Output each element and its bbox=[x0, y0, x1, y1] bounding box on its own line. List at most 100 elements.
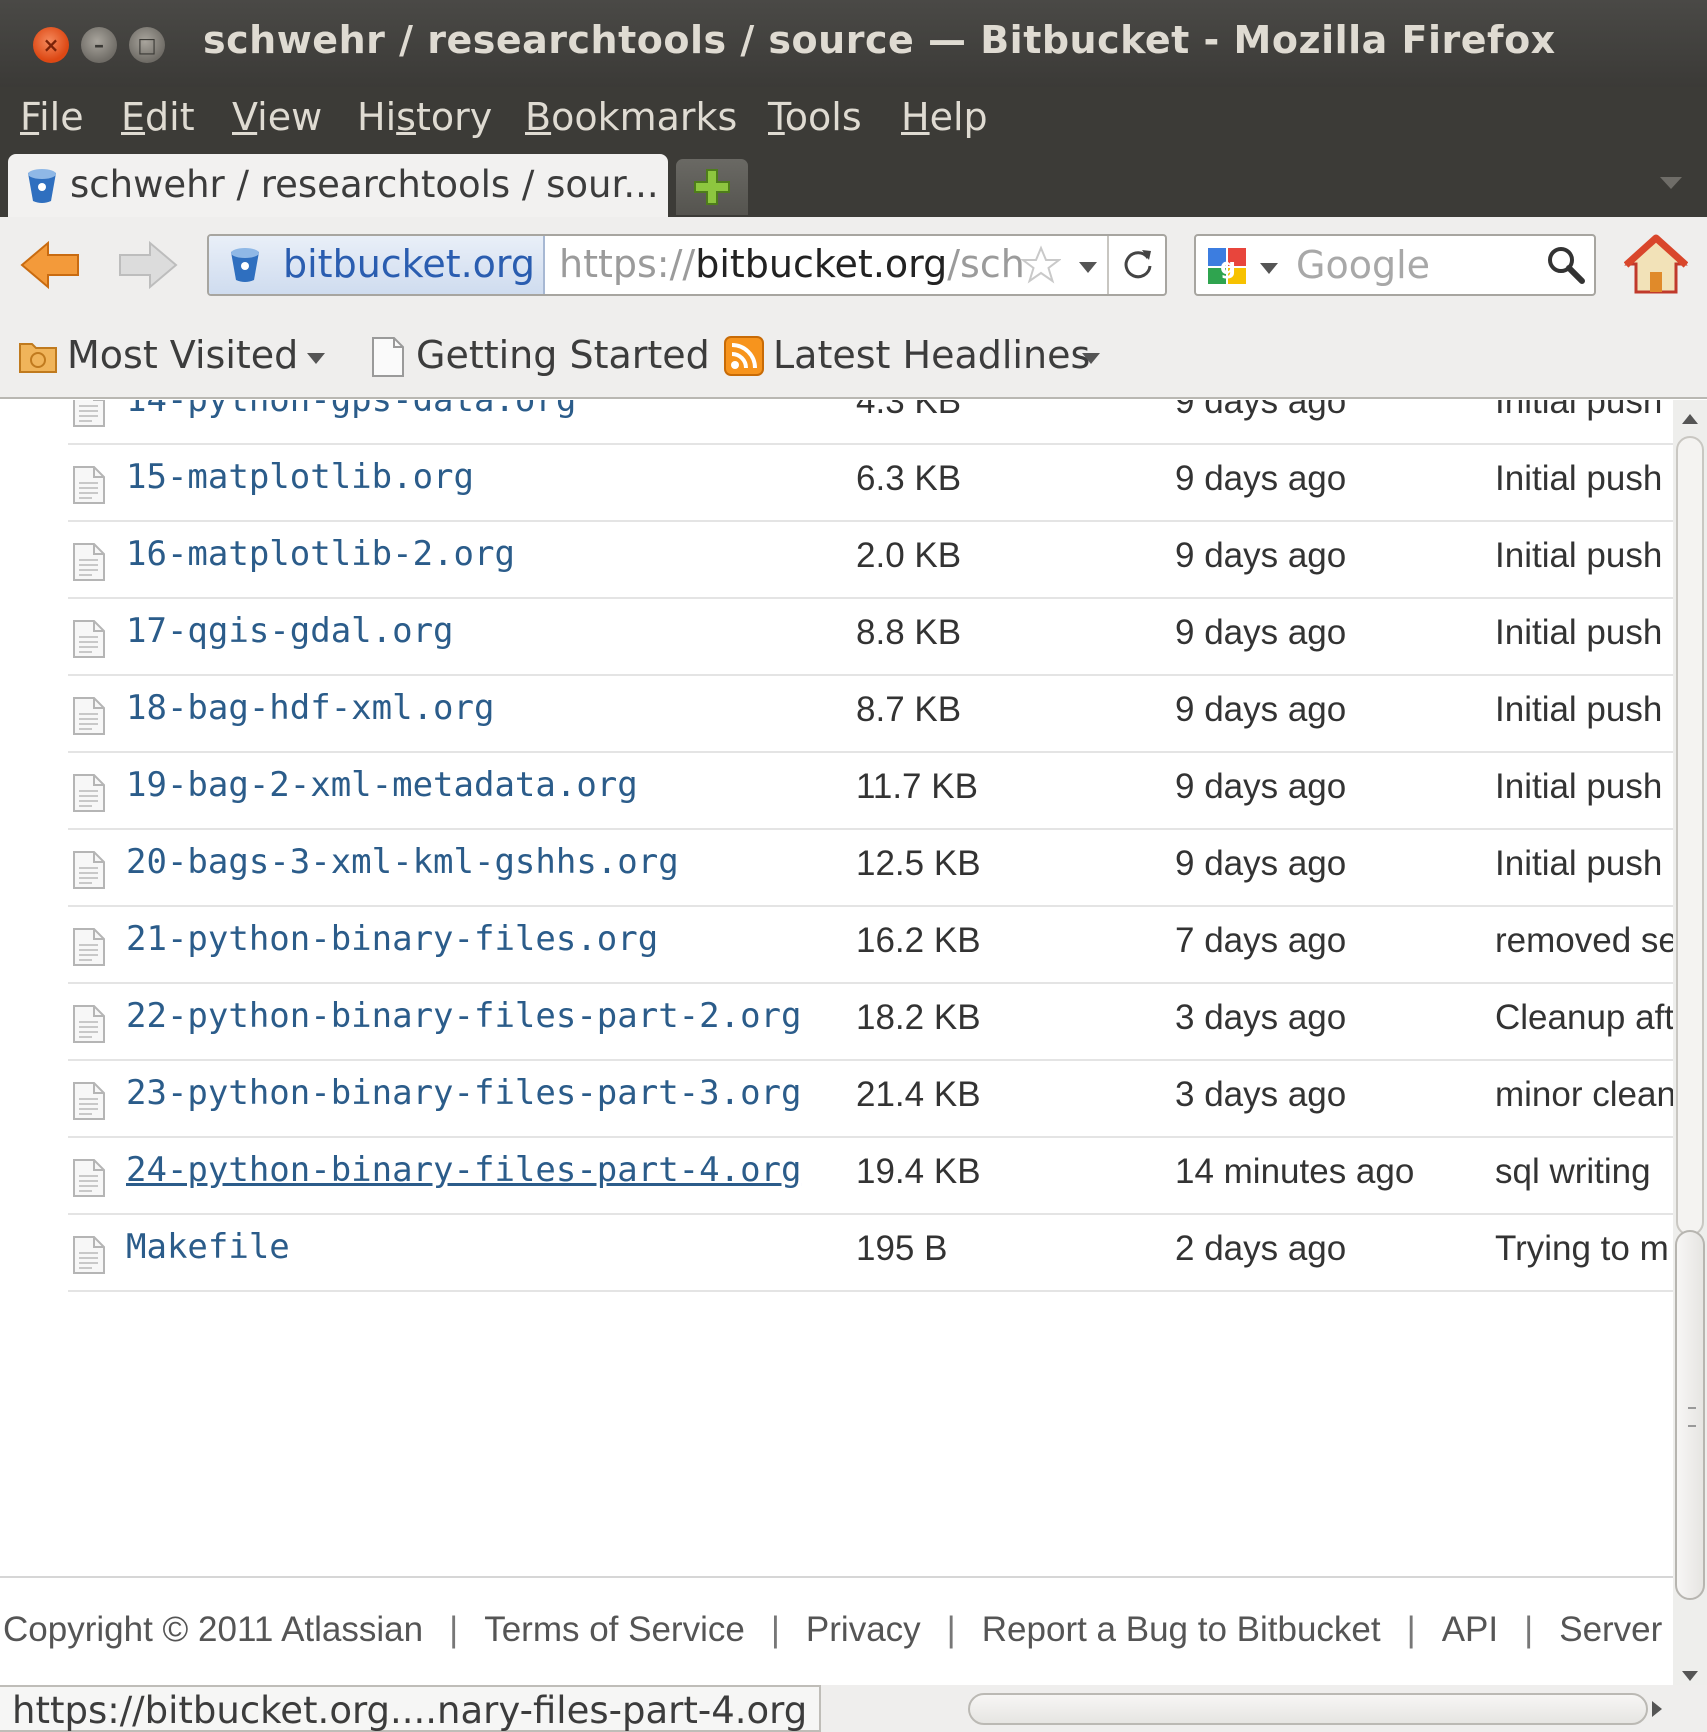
file-age: 9 days ago bbox=[1175, 767, 1347, 806]
file-name-link[interactable]: 21-python-binary-files.org bbox=[126, 919, 658, 959]
maximize-window-button[interactable]: □ bbox=[129, 27, 165, 63]
file-name-link[interactable]: 15-matplotlib.org bbox=[126, 457, 474, 497]
navigation-toolbar: bitbucket.org https://bitbucket.org/sch … bbox=[0, 217, 1707, 313]
home-icon[interactable] bbox=[1624, 234, 1688, 296]
file-size: 18.2 KB bbox=[856, 998, 981, 1037]
bookmark-getting-started[interactable]: Getting Started bbox=[416, 333, 710, 377]
file-age: 9 days ago bbox=[1175, 844, 1347, 883]
scroll-right-arrow-icon[interactable] bbox=[1652, 1701, 1662, 1717]
svg-text:g: g bbox=[1220, 255, 1236, 280]
new-tab-button[interactable] bbox=[676, 159, 748, 215]
bookmark-star-icon[interactable] bbox=[1021, 245, 1061, 285]
scrollbar-thumb[interactable] bbox=[1675, 1230, 1705, 1600]
horizontal-scrollbar-thumb[interactable] bbox=[968, 1693, 1648, 1725]
footer-server-link[interactable]: Server bbox=[1559, 1610, 1662, 1649]
footer-separator: | bbox=[770, 1610, 780, 1649]
footer-terms-link[interactable]: Terms of Service bbox=[484, 1610, 745, 1649]
menu-edit[interactable]: Edit bbox=[121, 95, 195, 139]
file-name-link[interactable]: 22-python-binary-files-part-2.org bbox=[126, 996, 802, 1036]
url-history-dropdown-icon[interactable] bbox=[1079, 262, 1097, 273]
file-age: 9 days ago bbox=[1175, 536, 1347, 575]
status-link-preview: https://bitbucket.org....nary-files-part… bbox=[0, 1685, 822, 1732]
site-identity-button[interactable]: bitbucket.org bbox=[209, 236, 545, 294]
commit-message: Initial push bbox=[1495, 767, 1663, 806]
plus-icon bbox=[694, 169, 730, 205]
commit-message: Initial push bbox=[1495, 690, 1663, 729]
file-size: 8.8 KB bbox=[856, 613, 962, 652]
file-size: 11.7 KB bbox=[856, 767, 978, 806]
scroll-up-arrow-icon[interactable] bbox=[1682, 414, 1698, 424]
file-size: 2.0 KB bbox=[856, 536, 962, 575]
file-size: 12.5 KB bbox=[856, 844, 981, 883]
table-row: Makefile 195 B 2 days ago Trying to m bbox=[68, 1215, 1673, 1292]
file-icon bbox=[73, 928, 105, 966]
footer-copyright: Copyright © 2011 Atlassian bbox=[3, 1610, 424, 1649]
menu-file[interactable]: File bbox=[20, 95, 84, 139]
commit-message: Trying to m bbox=[1495, 1229, 1669, 1268]
page-icon bbox=[372, 337, 404, 377]
file-name-link[interactable]: 19-bag-2-xml-metadata.org bbox=[126, 765, 638, 805]
back-arrow-icon[interactable] bbox=[18, 239, 82, 291]
commit-message: Initial push bbox=[1495, 844, 1663, 883]
close-icon: × bbox=[42, 33, 60, 57]
footer-separator: | bbox=[1406, 1610, 1416, 1649]
footer-api-link[interactable]: API bbox=[1442, 1610, 1498, 1649]
commit-message: sql writing bbox=[1495, 1152, 1651, 1191]
search-bar[interactable]: g Google bbox=[1194, 234, 1596, 296]
page-content: 14-python-gps-data.org 4.3 KB 9 days ago In… bbox=[0, 400, 1673, 1685]
bookmark-latest-headlines[interactable]: Latest Headlines bbox=[773, 333, 1090, 377]
footer-separator: | bbox=[946, 1610, 956, 1649]
search-engine-dropdown-icon[interactable] bbox=[1260, 263, 1278, 274]
footer-separator: | bbox=[449, 1610, 459, 1649]
status-bar: https://bitbucket.org....nary-files-part… bbox=[0, 1685, 1707, 1732]
bookmark-most-visited[interactable]: Most Visited bbox=[67, 333, 298, 377]
reload-icon bbox=[1124, 250, 1152, 279]
commit-message: Initial push bbox=[1495, 400, 1663, 421]
most-visited-dropdown-icon[interactable] bbox=[307, 353, 325, 364]
url-bar[interactable]: bitbucket.org https://bitbucket.org/sch bbox=[207, 234, 1167, 296]
page-footer: Copyright © 2011 Atlassian | Terms of Serv… bbox=[3, 1610, 1662, 1650]
table-row: 21-python-binary-files.org 16.2 KB 7 days … bbox=[68, 907, 1673, 984]
footer-separator: | bbox=[1524, 1610, 1534, 1649]
menu-tools[interactable]: Tools bbox=[768, 95, 862, 139]
file-icon bbox=[73, 466, 105, 504]
latest-headlines-dropdown-icon[interactable] bbox=[1082, 353, 1100, 364]
file-age: 9 days ago bbox=[1175, 613, 1347, 652]
file-icon bbox=[73, 1082, 105, 1120]
menu-help[interactable]: Help bbox=[901, 95, 988, 139]
commit-message: Initial push bbox=[1495, 613, 1663, 652]
file-name-link[interactable]: 16-matplotlib-2.org bbox=[126, 534, 515, 574]
search-magnifier-icon[interactable] bbox=[1546, 245, 1586, 285]
menu-history[interactable]: History bbox=[357, 95, 492, 139]
file-name-link[interactable]: 23-python-binary-files-part-3.org bbox=[126, 1073, 802, 1113]
tab-list-dropdown-icon[interactable] bbox=[1660, 177, 1682, 189]
menu-bookmarks[interactable]: Bookmarks bbox=[525, 95, 737, 139]
menu-bar: File Edit View History Bookmarks Tools H… bbox=[0, 87, 1707, 151]
tab-current[interactable]: schwehr / researchtools / sour... bbox=[8, 154, 668, 217]
commit-message: Initial push bbox=[1495, 459, 1663, 498]
file-name-link[interactable]: 24-python-binary-files-part-4.org bbox=[126, 1150, 802, 1190]
scroll-down-arrow-icon[interactable] bbox=[1682, 1671, 1698, 1681]
google-icon[interactable]: g bbox=[1206, 246, 1250, 286]
file-name-link[interactable]: 18-bag-hdf-xml.org bbox=[126, 688, 494, 728]
vertical-scrollbar[interactable] bbox=[1673, 400, 1707, 1700]
file-name-link[interactable]: 17-qgis-gdal.org bbox=[126, 611, 454, 651]
scrollbar-track[interactable] bbox=[1676, 436, 1704, 1236]
menu-view[interactable]: View bbox=[232, 95, 322, 139]
file-name-link[interactable]: 14-python-gps-data.org bbox=[126, 400, 576, 420]
close-window-button[interactable]: × bbox=[33, 27, 69, 63]
file-name-link[interactable]: 20-bags-3-xml-kml-gshhs.org bbox=[126, 842, 679, 882]
file-name-link[interactable]: Makefile bbox=[126, 1227, 290, 1267]
reload-button[interactable] bbox=[1107, 236, 1165, 294]
footer-report-bug-link[interactable]: Report a Bug to Bitbucket bbox=[982, 1610, 1381, 1649]
bookmarks-toolbar: Most Visited Getting Started Latest Head… bbox=[0, 313, 1707, 399]
table-row: 17-qgis-gdal.org 8.8 KB 9 days ago Initial … bbox=[68, 599, 1673, 676]
forward-arrow-icon[interactable] bbox=[116, 239, 180, 291]
window-title: schwehr / researchtools / source — Bitbu… bbox=[203, 18, 1556, 62]
file-age: 3 days ago bbox=[1175, 1075, 1347, 1114]
search-input[interactable]: Google bbox=[1296, 243, 1430, 287]
minimize-window-button[interactable]: – bbox=[81, 27, 117, 63]
footer-privacy-link[interactable]: Privacy bbox=[806, 1610, 921, 1649]
url-text[interactable]: https://bitbucket.org/sch bbox=[559, 242, 1029, 286]
tab-bar: schwehr / researchtools / sour... bbox=[0, 151, 1707, 217]
